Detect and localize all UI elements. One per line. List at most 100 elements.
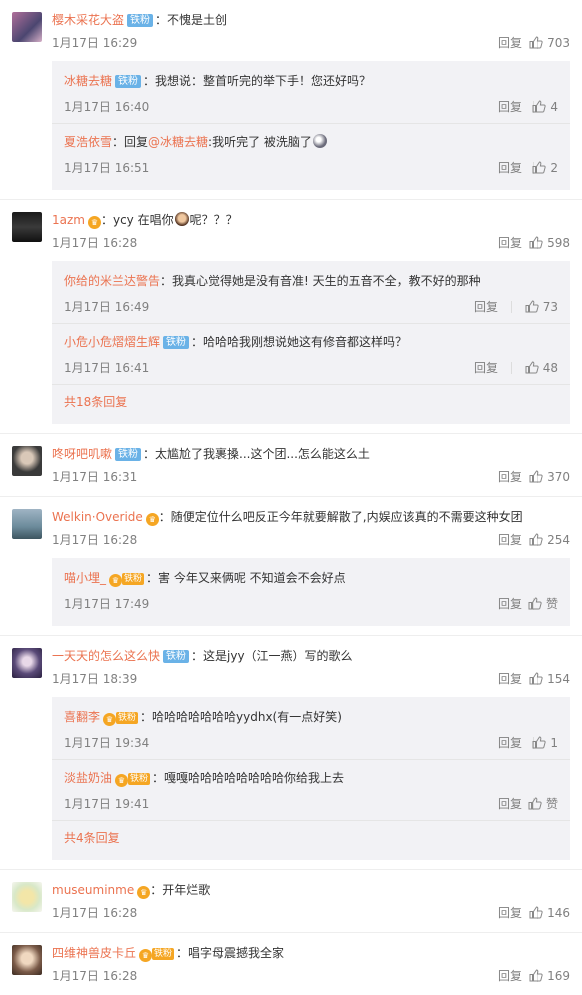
comment-item: Welkin·Overide ♛ ：随便定位什么吧反正今年就要解散了,内娱应该真的不… — [0, 496, 582, 635]
like-button[interactable]: 1 — [532, 733, 558, 753]
like-button[interactable]: 598 — [529, 233, 570, 253]
reply-button[interactable]: 回复 — [498, 158, 522, 178]
like-button[interactable]: 703 — [529, 33, 570, 53]
reply-button[interactable]: 回复 — [498, 966, 522, 986]
like-button[interactable]: 73 — [525, 297, 558, 317]
comment-list: 樱木采花大盗 铁粉 ：不愧是土创 1月17日 16:29 回复 703 冰糖去糖 铁粉… — [0, 0, 582, 995]
avatar[interactable] — [12, 945, 42, 975]
thumbs-up-icon — [529, 36, 543, 49]
like-button[interactable]: 4 — [532, 97, 558, 117]
username-link[interactable]: 樱木采花大盗 — [52, 13, 124, 27]
reply-button[interactable]: 回复 — [498, 794, 522, 814]
username-link[interactable]: 冰糖去糖 — [64, 74, 112, 88]
like-label: 赞 — [545, 597, 558, 611]
like-count: 73 — [542, 300, 558, 314]
like-button[interactable]: 254 — [529, 530, 570, 550]
like-count: 703 — [547, 36, 570, 50]
username-link[interactable]: Welkin·Overide — [52, 510, 143, 524]
fan-badge[interactable]: 铁粉 — [127, 14, 154, 27]
username-link[interactable]: 咚呀吧叽嗽 — [52, 447, 112, 461]
reply-text: ：哈哈哈我刚想说她这有修音都这样吗？ — [191, 335, 408, 349]
mention-link[interactable]: @冰糖去糖 — [148, 135, 208, 149]
like-button[interactable]: 48 — [525, 358, 558, 378]
reply-button[interactable]: 回复 — [498, 530, 522, 550]
reply-prefix: ：回复 — [112, 135, 149, 149]
vip-crown-icon: ♛ — [145, 513, 159, 526]
avatar[interactable] — [12, 12, 42, 42]
comment-time: 1月17日 16:31 — [52, 470, 138, 484]
reply-button[interactable]: 回复 — [498, 233, 522, 253]
fan-badge[interactable]: 铁粉 — [128, 773, 151, 785]
more-replies-link[interactable]: 共18条回复 — [52, 384, 570, 418]
username-link[interactable]: 淡盐奶油 — [64, 771, 112, 785]
reply-button[interactable]: 回复 — [498, 97, 522, 117]
like-button[interactable]: 154 — [529, 669, 570, 689]
vip-crown-icon: ♛ — [137, 886, 151, 899]
thumbs-up-icon — [532, 161, 547, 174]
username-link[interactable]: 夏浩依雪 — [64, 135, 112, 149]
fan-badge[interactable]: 铁粉 — [122, 573, 145, 585]
reply-button[interactable]: 回复 — [498, 669, 522, 689]
comment-item: 咚呀吧叽嗽 铁粉 ：太尴尬了我裹搡...这个团...怎么能这么土 1月17日 16:… — [0, 433, 582, 496]
reply-text: ：哈哈哈哈哈哈哈yydhx(有一点好笑) — [140, 710, 342, 724]
like-count: 598 — [547, 236, 570, 250]
reply-button[interactable]: 回复 — [498, 467, 522, 487]
username-link[interactable]: museuminme — [52, 883, 134, 897]
fan-badge[interactable]: 铁粉 — [115, 75, 142, 88]
emoji-icon — [174, 212, 189, 226]
like-button[interactable]: 2 — [532, 158, 558, 178]
comment-text: ：这是jyy（江一燕）写的歌么 — [191, 649, 353, 663]
comment-item: 樱木采花大盗 铁粉 ：不愧是土创 1月17日 16:29 回复 703 冰糖去糖 铁粉… — [0, 0, 582, 199]
reply-button[interactable]: 回复 — [498, 733, 522, 753]
fan-badge[interactable]: 铁粉 — [163, 336, 190, 349]
reply-button[interactable]: 回复 — [498, 594, 522, 614]
reply-text: ：害 今年又来俩呢 不知道会不会好点 — [146, 571, 346, 585]
like-button[interactable]: 赞 — [528, 594, 558, 614]
avatar[interactable] — [12, 882, 42, 912]
like-count: 48 — [542, 361, 558, 375]
vip-crown-icon: ♛ — [87, 216, 101, 229]
like-label: 赞 — [545, 797, 558, 811]
reply-time: 1月17日 16:41 — [64, 361, 150, 375]
comment-text: ：太尴尬了我裹搡...这个团...怎么能这么土 — [143, 447, 370, 461]
comment-time: 1月17日 16:28 — [52, 969, 138, 983]
reply-button[interactable]: 回复 — [498, 33, 522, 53]
username-link[interactable]: 你给的米兰达警告 — [64, 274, 160, 288]
like-button[interactable]: 146 — [529, 903, 570, 923]
like-button[interactable]: 169 — [529, 966, 570, 986]
reply-button[interactable]: 回复 — [474, 297, 498, 317]
username-link[interactable]: 一天天的怎么这么快 — [52, 649, 160, 663]
reply-time: 1月17日 19:34 — [64, 736, 150, 750]
reply-text: ：嘎嘎哈哈哈哈哈哈哈哈你给我上去 — [152, 771, 345, 785]
avatar[interactable] — [12, 446, 42, 476]
username-link[interactable]: 小危小危熠熠生辉 — [64, 335, 160, 349]
fan-badge[interactable]: 铁粉 — [163, 650, 190, 663]
thumbs-up-icon — [529, 906, 543, 919]
avatar[interactable] — [12, 509, 42, 539]
thumbs-up-icon — [525, 300, 539, 313]
more-replies-link[interactable]: 共4条回复 — [52, 820, 570, 854]
fan-badge[interactable]: 铁粉 — [115, 448, 142, 461]
thumbs-up-icon — [532, 100, 547, 113]
like-button[interactable]: 370 — [529, 467, 570, 487]
username-link[interactable]: 喵小埋_ — [64, 571, 106, 585]
comment-time: 1月17日 16:28 — [52, 533, 138, 547]
reply-item: 冰糖去糖 铁粉 ：我想说：整首听完的举下手！您还好吗？ 1月17日 16:40 回复… — [52, 63, 570, 123]
like-count: 370 — [547, 470, 570, 484]
reply-time: 1月17日 16:51 — [64, 161, 150, 175]
fan-badge[interactable]: 铁粉 — [152, 948, 175, 960]
avatar[interactable] — [12, 648, 42, 678]
avatar[interactable] — [12, 212, 42, 242]
username-link[interactable]: 1azm — [52, 213, 85, 227]
username-link[interactable]: 四维神兽皮卡丘 — [52, 946, 136, 960]
thumbs-up-icon — [525, 361, 539, 374]
like-button[interactable]: 赞 — [528, 794, 558, 814]
reply-button[interactable]: 回复 — [498, 903, 522, 923]
reply-button[interactable]: 回复 — [474, 358, 498, 378]
like-count: 2 — [550, 161, 558, 175]
like-count: 1 — [550, 736, 558, 750]
username-link[interactable]: 喜翻李 — [64, 710, 100, 724]
reply-list: 喜翻李 ♛ 铁粉 ：哈哈哈哈哈哈哈yydhx(有一点好笑) 1月17日 19:34 回… — [52, 697, 570, 860]
reply-list: 你给的米兰达警告：我真心觉得她是没有音准! 天生的五音不全，教不好的那种 1月1… — [52, 261, 570, 424]
fan-badge[interactable]: 铁粉 — [116, 712, 139, 724]
